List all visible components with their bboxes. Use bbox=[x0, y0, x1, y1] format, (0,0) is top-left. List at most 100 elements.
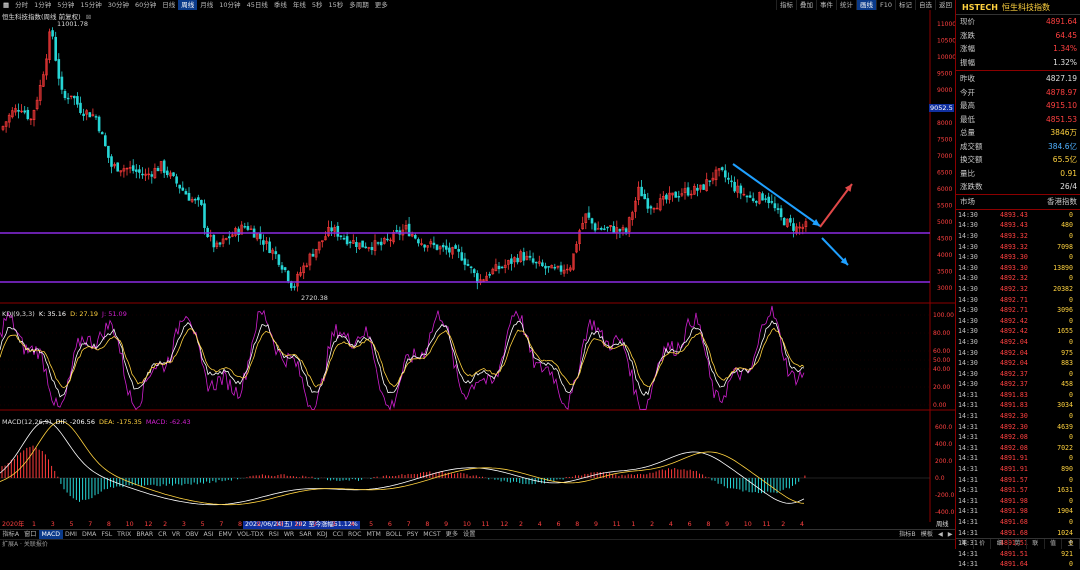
quote-row: 换交额 65.5亿 bbox=[956, 153, 1080, 167]
toolbar-right-item-8[interactable]: 返回 bbox=[935, 0, 955, 10]
candle-body bbox=[413, 235, 417, 239]
quote-name: 恒生科技指数 bbox=[1001, 2, 1050, 12]
tick-row: 14:30 4893.32 7098 bbox=[956, 241, 1080, 252]
period-tab-16[interactable]: 更多 bbox=[372, 0, 391, 10]
period-tab-11[interactable]: 季线 bbox=[271, 0, 290, 10]
tick-price: 4892.71 bbox=[1000, 306, 1028, 315]
date-label: 5 bbox=[369, 521, 374, 528]
tick-volume: 0 bbox=[1069, 253, 1073, 262]
tick-row: 14:31 4891.98 1904 bbox=[956, 506, 1080, 517]
sidebar-tab-4[interactable]: 联 bbox=[1027, 539, 1045, 549]
sidebar-tab-3[interactable]: 势 bbox=[1009, 539, 1027, 549]
candle-body bbox=[475, 273, 479, 283]
sidebar-tab-5[interactable]: 值 bbox=[1045, 539, 1063, 549]
candle-body bbox=[547, 266, 550, 268]
quote-row-value: 3846万 bbox=[1050, 128, 1077, 138]
candle-body bbox=[184, 191, 188, 195]
kdj-y-tick: 20.00 bbox=[933, 384, 950, 391]
tick-volume: 0 bbox=[1069, 369, 1073, 378]
toolbar-right-item-3[interactable]: 统计 bbox=[835, 0, 856, 10]
candle-body bbox=[379, 241, 383, 246]
date-label: 11 bbox=[762, 521, 771, 528]
main-y-tick: 6000 bbox=[937, 186, 952, 193]
period-tab-2[interactable]: 5分钟 bbox=[54, 0, 77, 10]
toolbar-right-item-0[interactable]: 指标 bbox=[775, 0, 796, 10]
main-y-tick: 9000 bbox=[937, 87, 952, 94]
tick-row: 14:31 4892.30 4639 bbox=[956, 421, 1080, 432]
quote-row-value: 4878.97 bbox=[1045, 87, 1077, 97]
period-tab-9[interactable]: 10分钟 bbox=[216, 0, 243, 10]
sidebar-tab-2[interactable]: 细 bbox=[991, 539, 1010, 549]
candle-body bbox=[441, 244, 445, 248]
period-tab-12[interactable]: 年线 bbox=[290, 0, 309, 10]
candle-body bbox=[435, 244, 439, 250]
date-label: 10 bbox=[275, 521, 284, 528]
period-tab-5[interactable]: 60分钟 bbox=[132, 0, 159, 10]
grid-icon[interactable]: ▦ bbox=[0, 0, 12, 10]
period-tab-3[interactable]: 15分钟 bbox=[77, 0, 104, 10]
tick-price: 4892.32 bbox=[1000, 274, 1028, 283]
period-tab-8[interactable]: 月线 bbox=[197, 0, 216, 10]
tick-price: 4892.30 bbox=[1000, 422, 1028, 431]
quote-row-value: 4851.53 bbox=[1045, 114, 1077, 124]
toolbar-right-item-1[interactable]: 叠加 bbox=[795, 0, 816, 10]
quote-row-value: 4915.10 bbox=[1045, 101, 1077, 111]
status-text: 扩展A · 关联报价 bbox=[2, 541, 48, 548]
period-tab-10[interactable]: 45日线 bbox=[244, 0, 271, 10]
tick-row: 14:31 4891.91 0 bbox=[956, 453, 1080, 464]
tick-time: 14:31 bbox=[958, 465, 978, 474]
period-tab-14[interactable]: 15秒 bbox=[325, 0, 346, 10]
candle-body bbox=[500, 266, 504, 269]
quote-row: 总量 3846万 bbox=[956, 126, 1080, 140]
quote-row: 今开 4878.97 bbox=[956, 86, 1080, 100]
toolbar-right-item-2[interactable]: 事件 bbox=[815, 0, 836, 10]
candle-body bbox=[773, 203, 777, 209]
tick-row: 14:30 4892.71 0 bbox=[956, 294, 1080, 305]
tick-row: 14:31 4891.57 0 bbox=[956, 474, 1080, 485]
tick-row: 14:31 4892.08 0 bbox=[956, 432, 1080, 443]
period-tab-1[interactable]: 1分钟 bbox=[31, 0, 54, 10]
sidebar-tab-6[interactable]: 主 bbox=[1062, 539, 1080, 549]
candle-body bbox=[423, 244, 426, 248]
tick-price: 4891.64 bbox=[1000, 560, 1028, 569]
tick-price: 4891.91 bbox=[1000, 454, 1028, 463]
candle-body bbox=[150, 174, 154, 177]
candle-body bbox=[764, 198, 767, 200]
candle-body bbox=[203, 203, 206, 228]
toolbar-right-item-4[interactable]: 画线 bbox=[855, 0, 876, 10]
tick-list[interactable]: 14:30 4893.43 0 14:30 4893.43 480 14:30 4893.32… bbox=[956, 210, 1080, 570]
date-label-start: 2020年 bbox=[2, 521, 25, 528]
tick-time: 14:31 bbox=[958, 390, 978, 399]
candle-body bbox=[624, 228, 628, 233]
period-tab-15[interactable]: 多周期 bbox=[346, 0, 372, 10]
period-tab-0[interactable]: 分时 bbox=[12, 0, 31, 10]
sidebar-tab-1[interactable]: 价 bbox=[974, 539, 992, 549]
candle-body bbox=[100, 132, 104, 135]
tick-row: 14:30 4893.43 0 bbox=[956, 210, 1080, 221]
date-label: 5 bbox=[200, 521, 205, 528]
candle-body bbox=[457, 249, 461, 252]
tick-price: 4891.68 bbox=[1000, 518, 1028, 527]
period-tab-13[interactable]: 5秒 bbox=[309, 0, 326, 10]
date-label: 3 bbox=[331, 521, 336, 528]
sidebar-tab-0[interactable]: 笔 bbox=[956, 539, 974, 549]
candle-body bbox=[162, 160, 166, 173]
low-label: 2720.38 bbox=[301, 294, 328, 302]
period-tab-6[interactable]: 日线 bbox=[159, 0, 178, 10]
chart-area[interactable]: 1100010500100009500900085008000750070006… bbox=[0, 10, 955, 522]
tick-volume: 0 bbox=[1069, 433, 1073, 442]
date-label: 7 bbox=[219, 521, 224, 528]
tick-volume: 3096 bbox=[1057, 306, 1073, 315]
toolbar-right-item-7[interactable]: 自选 bbox=[915, 0, 935, 10]
tick-row: 14:31 4892.30 0 bbox=[956, 411, 1080, 422]
quote-row: 现价 4891.64 bbox=[956, 15, 1080, 29]
tick-volume: 890 bbox=[1061, 465, 1073, 474]
quote-row-value: 4891.64 bbox=[1045, 17, 1077, 27]
kdj-y-tick: 0.00 bbox=[933, 402, 947, 409]
toolbar-right-item-6[interactable]: 标记 bbox=[895, 0, 915, 10]
toolbar-right-item-5[interactable]: F10 bbox=[875, 0, 895, 10]
period-tab-7[interactable]: 周线 bbox=[178, 0, 198, 10]
candle-body bbox=[66, 97, 70, 100]
tick-volume: 0 bbox=[1069, 475, 1073, 484]
period-tab-4[interactable]: 30分钟 bbox=[105, 0, 132, 10]
